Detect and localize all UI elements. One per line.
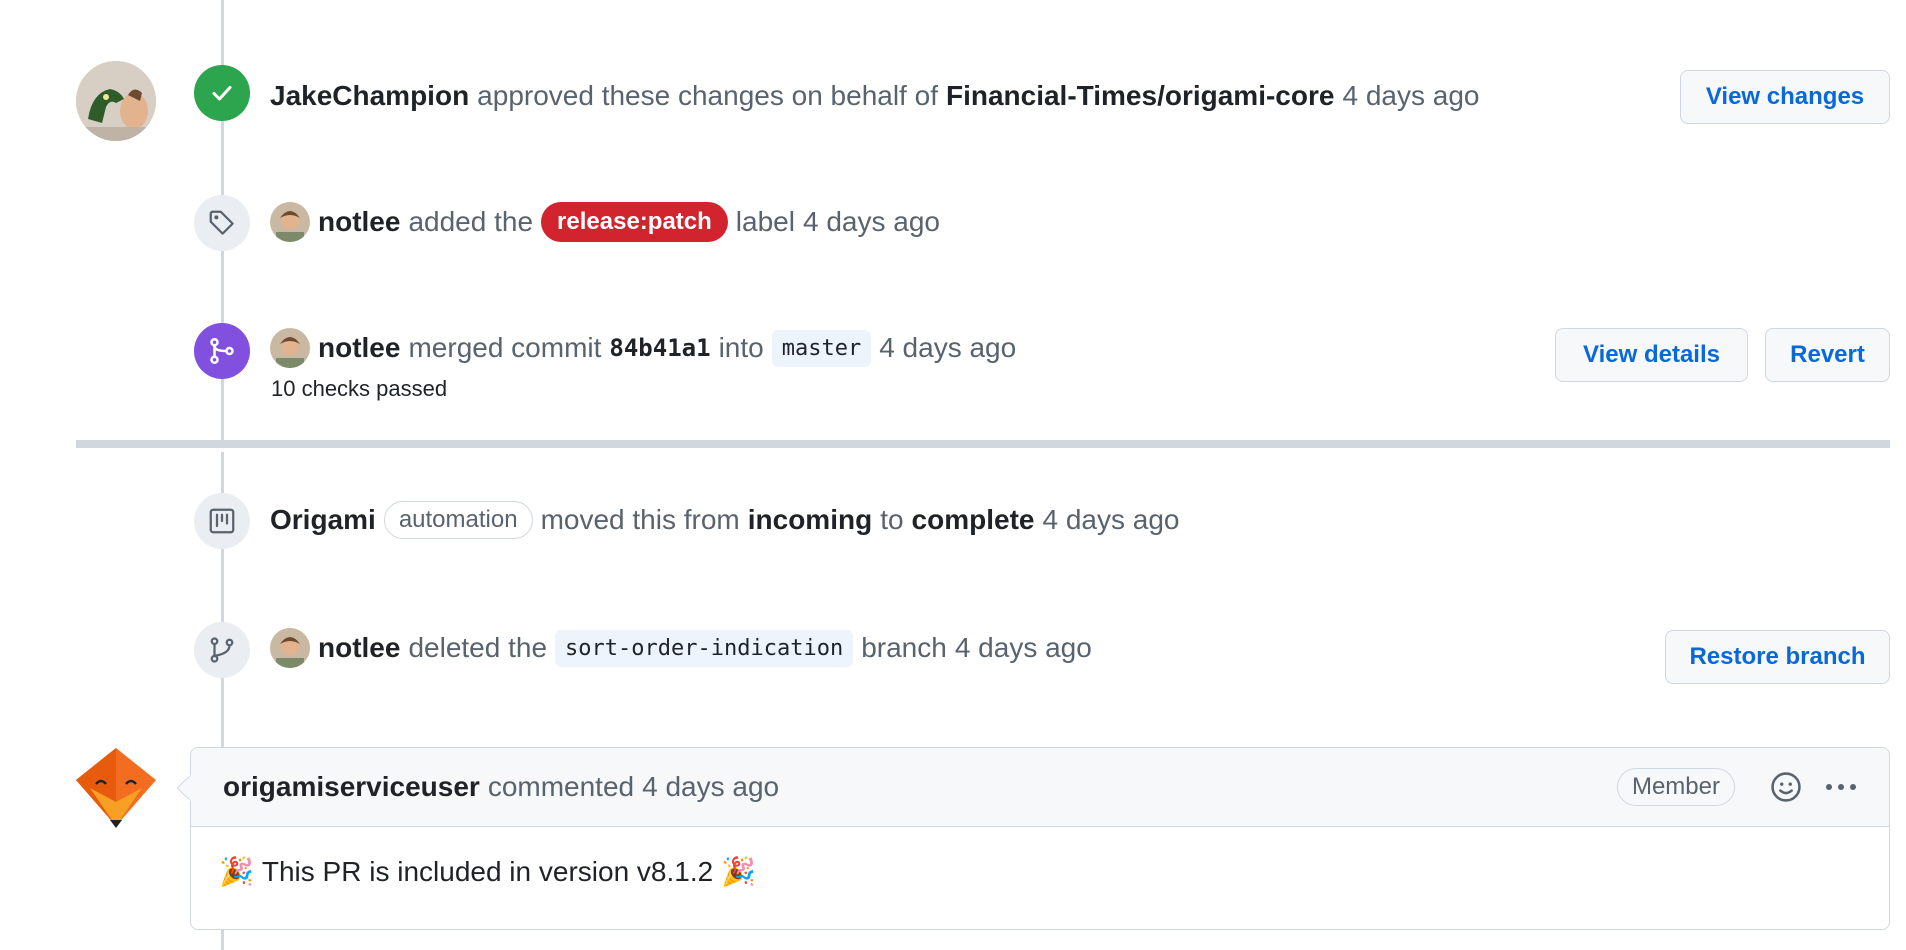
kebab-menu-icon[interactable] [1823,770,1859,811]
project-icon [209,508,235,534]
comment-action: commented [487,771,635,802]
project-time[interactable]: 4 days ago [1042,504,1179,536]
comment-text: This PR is included in version v8.1.2 [261,855,714,887]
comment-body: 🎉 This PR is included in version v8.1.2 … [191,827,1889,916]
origamiserviceuser-avatar[interactable] [76,748,156,828]
project-from-column: incoming [747,504,873,535]
git-branch-icon [210,637,234,663]
merge-action: merged commit [408,332,602,363]
timeline-separator [76,440,1890,448]
review-author-link[interactable]: JakeChampion [270,80,469,112]
party-popper-icon: 🎉 [721,856,757,887]
avatar[interactable] [76,61,156,141]
notlee-avatar[interactable] [270,628,310,668]
check-icon [212,86,232,101]
project-action: moved this from [540,504,740,535]
merge-author-link[interactable]: notlee [318,332,400,364]
review-time[interactable]: 4 days ago [1342,80,1479,112]
label-action: added the [408,206,534,237]
branch-deleted-event: notlee deleted the sort-order-indication… [270,628,1092,668]
comment: origamiserviceuser commented 4 days ago … [177,747,1890,930]
deleted-branch-name: sort-order-indication [555,629,854,667]
timeline-line [221,928,224,950]
delete-time[interactable]: 4 days ago [955,632,1092,664]
notlee-avatar[interactable] [270,202,310,242]
view-changes-button[interactable]: View changes [1680,70,1890,124]
tag-icon [209,210,234,235]
delete-suffix: branch [861,632,947,663]
review-org-link[interactable]: Financial-Times/origami-core [946,80,1335,112]
merged-badge [194,323,250,379]
merge-into: into [718,332,764,363]
project-to-word: to [880,504,904,535]
project-event: Origami automation moved this from incom… [270,501,1179,539]
review-event: JakeChampion approved these changes on b… [270,80,1479,112]
delete-author-link[interactable]: notlee [318,632,400,664]
restore-branch-button[interactable]: Restore branch [1665,630,1890,684]
base-branch[interactable]: master [771,329,872,367]
merge-event: notlee merged commit 84b41a1 into master… [270,328,1016,368]
project-link[interactable]: Origami [270,504,376,536]
reaction-icon[interactable] [1769,770,1803,811]
comment-time[interactable]: 4 days ago [642,771,779,803]
label-event: notlee added the release:patch label 4 d… [270,202,940,242]
checks-passed-link[interactable]: 10 checks passed [271,376,447,402]
project-to-column: complete [911,504,1035,535]
branch-deleted-badge [194,622,250,678]
commit-sha-link[interactable]: 84b41a1 [609,334,710,362]
review-action: approved these changes on behalf of [477,80,938,111]
label-time[interactable]: 4 days ago [803,206,940,238]
project-event-badge [194,493,250,549]
merge-time[interactable]: 4 days ago [879,332,1016,364]
approved-badge [194,65,250,121]
notlee-avatar[interactable] [270,328,310,368]
label-author-link[interactable]: notlee [318,206,400,238]
release-patch-label[interactable]: release:patch [541,202,728,242]
label-suffix: label [735,206,795,237]
comment-author-link[interactable]: origamiserviceuser [223,771,480,803]
automation-badge: automation [383,501,533,539]
delete-action: deleted the [408,632,548,663]
view-details-button[interactable]: View details [1555,328,1748,382]
party-popper-icon: 🎉 [219,856,254,887]
merge-icon [210,337,234,365]
label-event-badge [194,195,250,251]
comment-header: origamiserviceuser commented 4 days ago … [191,748,1889,827]
member-badge: Member [1616,768,1735,806]
revert-button[interactable]: Revert [1765,328,1890,382]
